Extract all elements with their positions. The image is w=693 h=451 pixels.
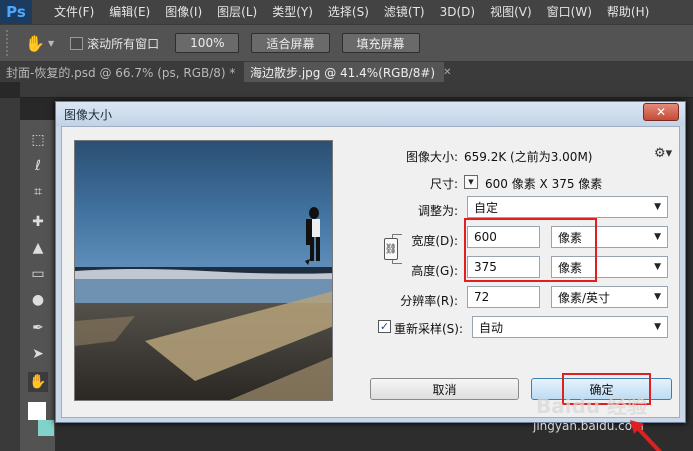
menu-image[interactable]: 图像(I)	[159, 0, 208, 24]
lasso-icon[interactable]: ℓ	[28, 156, 48, 176]
menu-layer[interactable]: 图层(L)	[211, 0, 263, 24]
tab-label: 海边散步.jpg @ 41.4%(RGB/8#)	[250, 65, 436, 80]
stamp-icon[interactable]: ▲	[28, 238, 48, 258]
menu-type[interactable]: 类型(Y)	[266, 0, 319, 24]
chevron-down-icon: ▼	[654, 292, 661, 302]
dialog-body: 图像大小: 659.2K (之前为3.00M) ⚙▾ 尺寸: ▼ 600 像素 …	[61, 126, 680, 418]
menu-list: 文件(F) 编辑(E) 图像(I) 图层(L) 类型(Y) 选择(S) 滤镜(T…	[48, 0, 658, 24]
watermark-brand: Baidu 经验	[536, 394, 648, 418]
menu-select[interactable]: 选择(S)	[322, 0, 375, 24]
checkbox-box[interactable]	[70, 36, 84, 50]
height-label: 高度(G):	[411, 264, 458, 278]
resample-value: 自动	[479, 320, 504, 335]
resolution-input[interactable]: 72	[467, 286, 540, 308]
menu-window[interactable]: 窗口(W)	[541, 0, 598, 24]
close-button[interactable]: ✕	[643, 103, 679, 121]
marquee-icon[interactable]: ⬚	[28, 130, 48, 150]
fit-screen-button[interactable]: 适合屏幕	[251, 33, 330, 53]
dimensions-dropdown-icon[interactable]: ▼	[464, 175, 478, 189]
scroll-all-windows-checkbox[interactable]: 滚动所有窗口	[70, 35, 159, 52]
scroll-all-windows-label: 滚动所有窗口	[87, 36, 160, 51]
chevron-down-icon: ▼	[654, 322, 661, 332]
menu-help[interactable]: 帮助(H)	[601, 0, 655, 24]
foreground-color-swatch[interactable]	[28, 402, 46, 420]
image-size-value: 659.2K (之前为3.00M)	[464, 150, 593, 164]
resolution-unit-value: 像素/英寸	[558, 290, 611, 305]
width-label: 宽度(D):	[411, 234, 458, 248]
menu-filter[interactable]: 滤镜(T)	[378, 0, 431, 24]
beach-photo-preview	[75, 141, 332, 400]
fit-to-select[interactable]: 自定 ▼	[467, 196, 668, 218]
close-icon[interactable]: ✕	[443, 67, 451, 78]
pen-icon[interactable]: ✒	[28, 318, 48, 338]
healing-brush-icon[interactable]: ✚	[28, 212, 48, 232]
dialog-title: 图像大小	[56, 102, 685, 126]
arrow-annotation-icon	[630, 420, 662, 451]
vertical-ruler	[0, 98, 20, 451]
resample-select[interactable]: 自动 ▼	[472, 316, 668, 338]
blur-icon[interactable]: ●	[28, 290, 48, 310]
horizontal-ruler	[20, 82, 693, 98]
resample-label: 重新采样(S):	[394, 322, 464, 336]
chevron-down-icon: ▼	[654, 232, 661, 242]
eraser-icon[interactable]: ▭	[28, 264, 48, 284]
options-bar: ✋ ▼ 滚动所有窗口 100% 适合屏幕 填充屏幕	[0, 24, 693, 62]
cancel-button[interactable]: 取消	[370, 378, 519, 400]
menu-3d[interactable]: 3D(D)	[434, 0, 481, 24]
resample-checkbox[interactable]: ✓	[378, 320, 391, 333]
resolution-unit-select[interactable]: 像素/英寸 ▼	[551, 286, 668, 308]
gear-icon[interactable]: ⚙▾	[654, 146, 672, 161]
fit-to-label: 调整为:	[417, 204, 458, 218]
menu-file[interactable]: 文件(F)	[48, 0, 100, 24]
highlight-box-size-fields	[464, 218, 597, 282]
hand-tool-icon[interactable]: ✋	[28, 372, 48, 392]
zoom-100-button[interactable]: 100%	[175, 33, 240, 53]
menu-view[interactable]: 视图(V)	[484, 0, 538, 24]
image-preview[interactable]	[74, 140, 333, 401]
dimensions-value: 600 像素 X 375 像素	[485, 177, 603, 191]
chevron-down-icon: ▼	[654, 202, 661, 212]
fit-to-value: 自定	[474, 200, 499, 215]
fill-screen-button[interactable]: 填充屏幕	[341, 33, 420, 53]
document-tabs: 封面-恢复的.psd @ 66.7% (ps, RGB/8) * ✕ 海边散步.…	[0, 62, 693, 82]
tab-label: 封面-恢复的.psd @ 66.7% (ps, RGB/8) *	[6, 65, 236, 80]
image-size-label: 图像大小:	[405, 150, 458, 164]
dimensions-label: 尺寸:	[429, 177, 458, 191]
menu-bar: Ps 文件(F) 编辑(E) 图像(I) 图层(L) 类型(Y) 选择(S) 滤…	[0, 0, 693, 24]
app-logo: Ps	[0, 0, 32, 24]
hand-icon[interactable]: ✋	[24, 32, 46, 54]
tab-seaside-jpg[interactable]: 海边散步.jpg @ 41.4%(RGB/8#) ✕	[244, 62, 452, 82]
tool-preset-caret-icon[interactable]: ▼	[48, 39, 54, 48]
photoshop-window: Ps 文件(F) 编辑(E) 图像(I) 图层(L) 类型(Y) 选择(S) 滤…	[0, 0, 693, 451]
crop-icon[interactable]: ⌗	[28, 182, 48, 202]
tab-cover-psd[interactable]: 封面-恢复的.psd @ 66.7% (ps, RGB/8) * ✕	[0, 62, 252, 82]
background-color-swatch[interactable]	[38, 420, 54, 436]
options-grip[interactable]	[6, 30, 12, 56]
chevron-down-icon: ▼	[654, 262, 661, 272]
resolution-label: 分辨率(R):	[400, 294, 458, 308]
tools-panel: ⬚ ℓ ⌗ ✚ ▲ ▭ ● ✒ ➤ ✋	[20, 120, 56, 451]
image-size-dialog: 图像大小 ✕ 图像大小: 659.2K (之前为3.00M) ⚙▾ 尺寸: ▼ …	[55, 101, 686, 423]
path-select-icon[interactable]: ➤	[28, 344, 48, 364]
menu-edit[interactable]: 编辑(E)	[103, 0, 156, 24]
